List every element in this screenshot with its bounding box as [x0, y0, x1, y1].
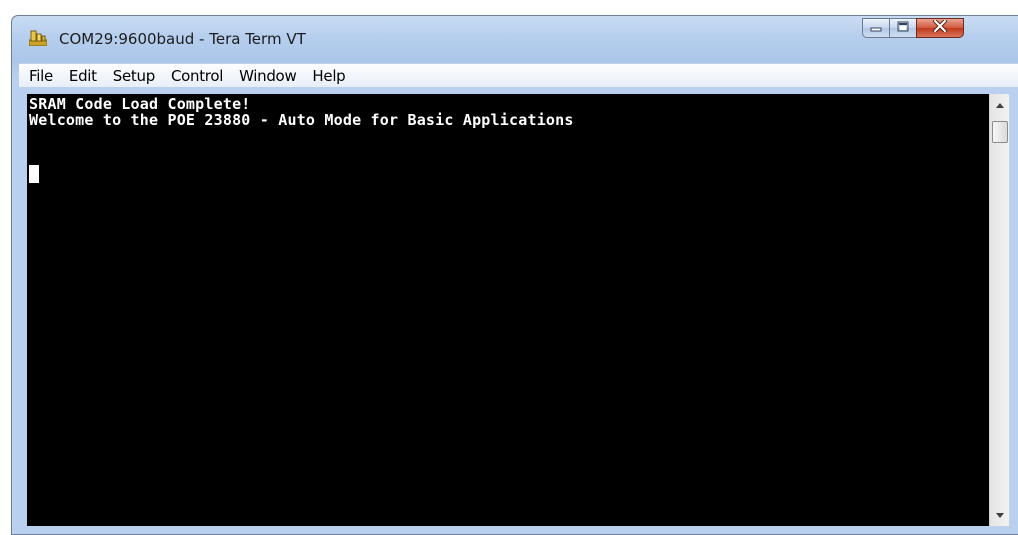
minimize-button[interactable]: [862, 18, 890, 38]
title-bar[interactable]: COM29:9600baud - Tera Term VT: [12, 16, 1018, 62]
close-button[interactable]: [916, 18, 964, 38]
tera-term-window: COM29:9600baud - Tera Term VT File Edit …: [11, 15, 1018, 535]
window-title: COM29:9600baud - Tera Term VT: [59, 30, 306, 48]
scroll-up-arrow-icon: [995, 100, 1004, 110]
scroll-up-button[interactable]: [990, 96, 1009, 114]
menu-edit[interactable]: Edit: [69, 67, 97, 85]
maximize-icon: [897, 19, 909, 37]
maximize-button[interactable]: [889, 18, 917, 38]
scroll-down-button[interactable]: [990, 506, 1009, 524]
menu-help[interactable]: Help: [312, 67, 345, 85]
terminal-screen[interactable]: SRAM Code Load Complete! Welcome to the …: [27, 94, 989, 526]
menu-file[interactable]: File: [29, 67, 53, 85]
minimize-icon: [870, 19, 882, 37]
terminal-line: Welcome to the POE 23880 - Auto Mode for…: [29, 111, 574, 129]
window-frame-bottom: [12, 526, 1018, 534]
tera-term-icon[interactable]: [28, 30, 48, 47]
menu-window[interactable]: Window: [239, 67, 297, 85]
scroll-thumb[interactable]: [992, 121, 1008, 143]
scroll-down-arrow-icon: [995, 510, 1004, 520]
menu-control[interactable]: Control: [171, 67, 223, 85]
close-icon: [933, 19, 947, 37]
vertical-scrollbar[interactable]: [989, 94, 1009, 526]
terminal-line: SRAM Code Load Complete!: [29, 95, 251, 113]
menu-bar: File Edit Setup Control Window Help: [19, 63, 1018, 87]
terminal-cursor: [29, 165, 39, 183]
menu-setup[interactable]: Setup: [113, 67, 155, 85]
